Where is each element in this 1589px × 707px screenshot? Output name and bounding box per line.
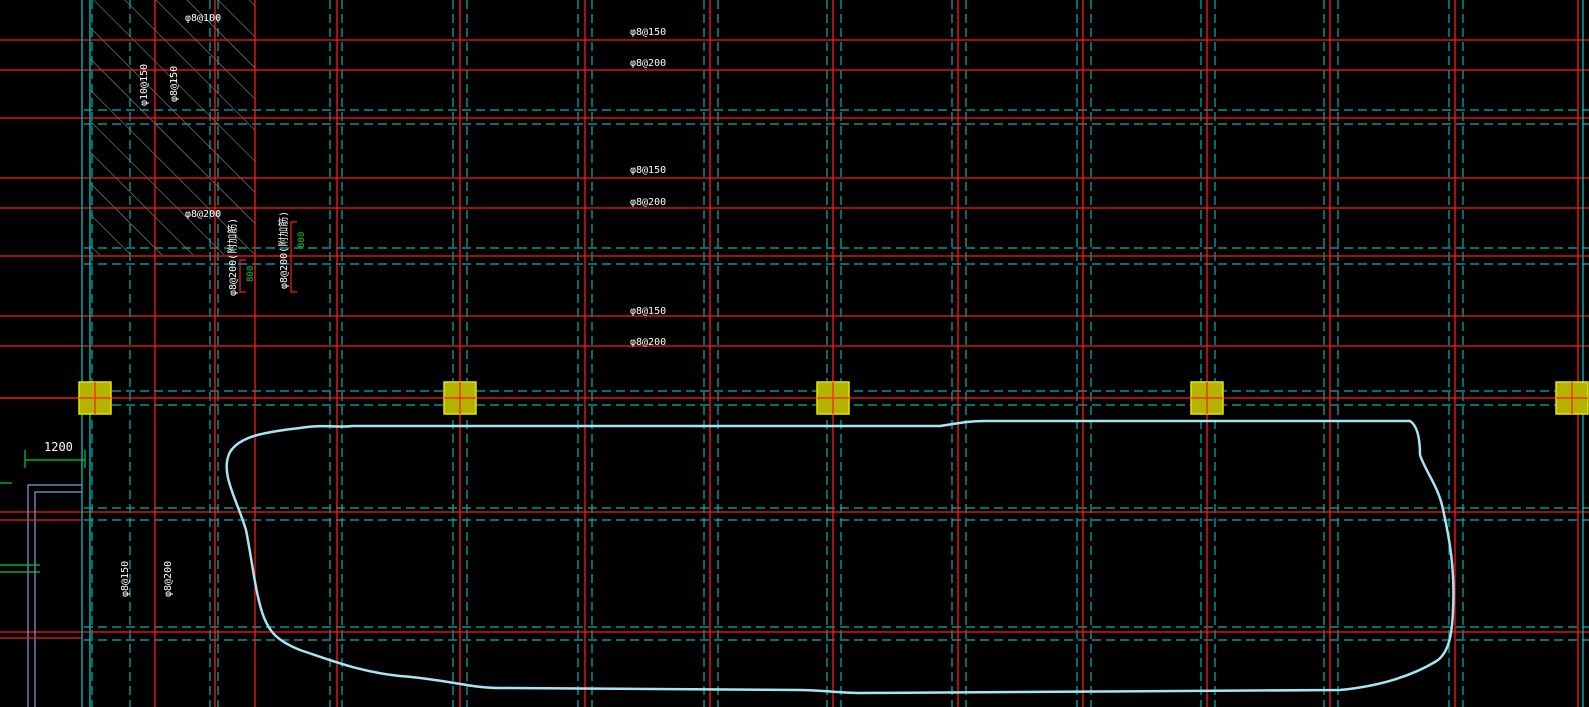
label-mid-bar-1: φ8@150 (630, 165, 666, 176)
cyan-dashed-grid (84, 0, 1589, 707)
revision-cloud-outline (225, 419, 1455, 695)
label-top-bar-1: φ8@150 (630, 27, 666, 38)
label-low-bar-1: φ8@150 (630, 306, 666, 317)
label-mid-bar-2: φ8@200 (630, 197, 666, 208)
label-slab-support-2: φ8@200(附加筋) (277, 211, 290, 289)
dimension-1200-label: 1200 (44, 440, 73, 454)
label-dim-800-a: 800 (246, 266, 256, 282)
label-low-bar-2: φ8@200 (630, 337, 666, 348)
slab-reinforcement-plan[interactable]: 1200 φ8@150 φ8@200 φ8@150 φ8@200 φ8@150 … (0, 0, 1589, 707)
label-slab-support-1: φ8@200(附加筋) (226, 218, 239, 296)
label-left-vert-1: φ8@150 (120, 561, 131, 597)
label-hatch-vert-2: φ8@150 (169, 66, 180, 102)
label-dim-800-b: 800 (297, 232, 307, 248)
label-top-bar-2: φ8@200 (630, 58, 666, 69)
label-hatch-top: φ8@100 (185, 13, 221, 24)
label-hatch-vert-1: φ10@150 (139, 64, 150, 106)
dimension-1200: 1200 (24, 440, 86, 468)
label-hatch-bottom: φ8@200 (185, 209, 221, 220)
label-left-vert-2: φ8@200 (163, 561, 174, 597)
hatched-slab-zone (90, 0, 255, 255)
cad-drawing-viewport[interactable]: 1200 φ8@150 φ8@200 φ8@150 φ8@200 φ8@150 … (0, 0, 1589, 707)
